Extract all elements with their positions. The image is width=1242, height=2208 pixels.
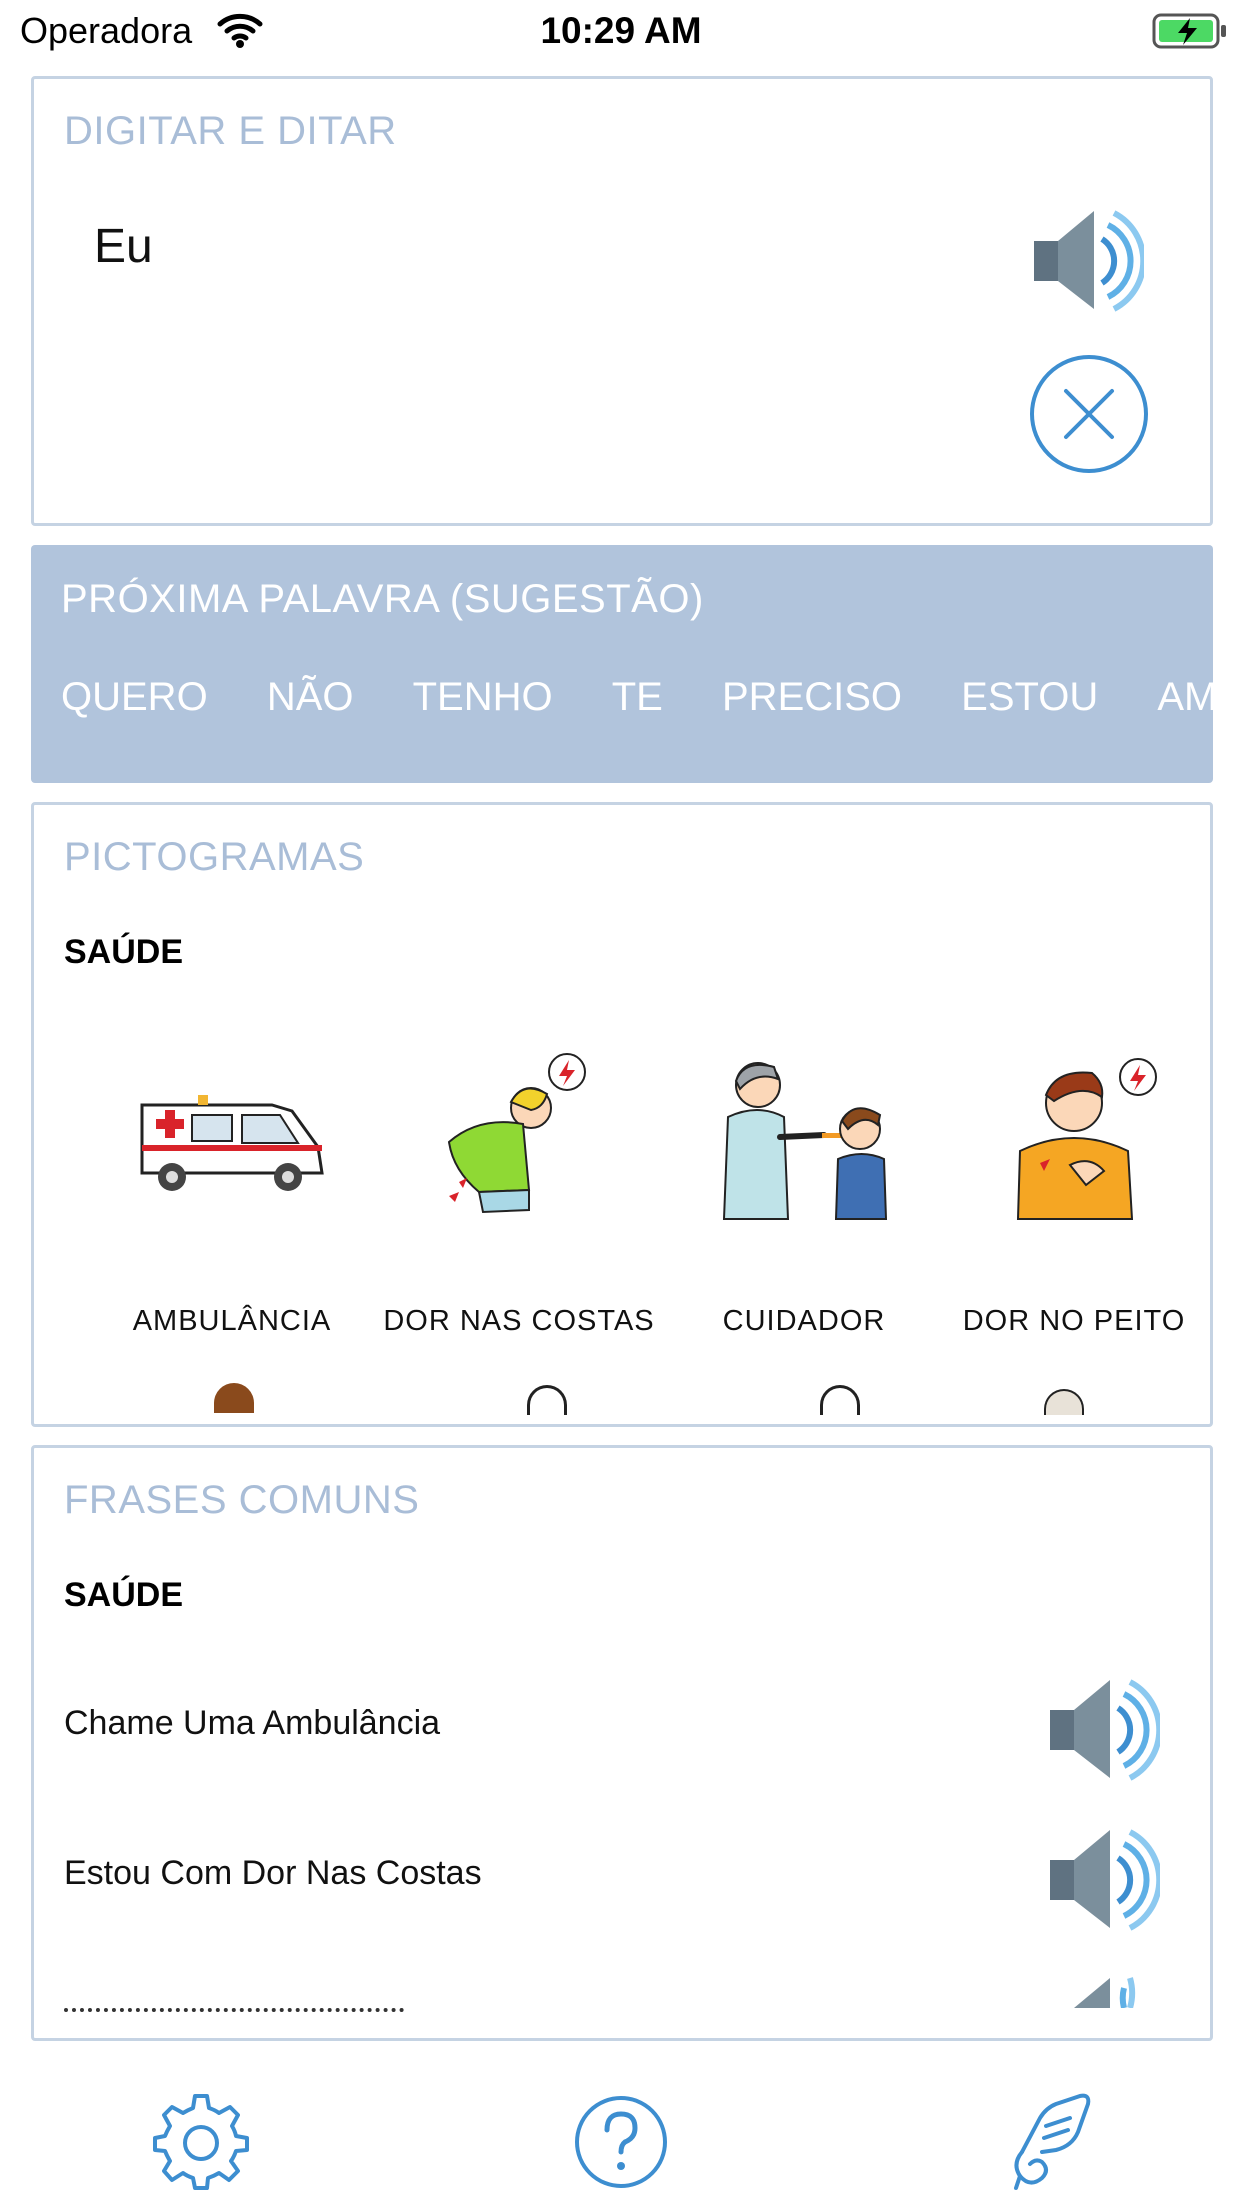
suggestion-word[interactable]: NÃO: [267, 675, 354, 720]
pictogram-next-row-partial[interactable]: [214, 1383, 254, 1413]
typed-text-field[interactable]: Eu: [94, 219, 153, 274]
typing-panel: DIGITAR E DITAR Eu: [31, 76, 1213, 526]
speak-icon[interactable]: [1044, 1976, 1160, 2008]
phrase-item-partial[interactable]: [64, 2008, 404, 2016]
pictogram-next-row-partial[interactable]: [1044, 1389, 1084, 1415]
pictogram-label: DOR NAS COSTAS: [383, 1305, 655, 1337]
suggestion-panel-title: PRÓXIMA PALAVRA (SUGESTÃO): [61, 577, 704, 621]
speak-icon[interactable]: [1044, 1674, 1160, 1784]
status-bar: Operadora 10:29 AM: [0, 0, 1242, 66]
ambulance-icon: [140, 1095, 324, 1191]
speak-icon[interactable]: [1028, 205, 1144, 315]
phrases-category-label: SAÚDE: [64, 1576, 184, 1614]
clear-text-button[interactable]: [1028, 353, 1150, 475]
battery-charging-icon: [1152, 13, 1226, 49]
pictogram-ambulance[interactable]: AMBULÂNCIA: [92, 1075, 372, 1345]
pictogram-back-pain[interactable]: DOR NAS COSTAS: [379, 1050, 659, 1345]
suggestion-word[interactable]: TE: [612, 675, 663, 720]
suggestion-word[interactable]: PRECISO: [722, 675, 902, 720]
phrases-panel-title: FRASES COMUNS: [64, 1478, 420, 1522]
suggestion-word[interactable]: AMO: [1157, 675, 1213, 720]
phrase-item[interactable]: Chame Uma Ambulância: [64, 1704, 440, 1743]
pictograms-panel: PICTOGRAMAS SAÚDE AMBULÂNCIA DOR NAS COS…: [31, 802, 1213, 1427]
pictogram-label: CUIDADOR: [722, 1305, 886, 1337]
pictogram-chest-pain[interactable]: DOR NO PEITO: [934, 1055, 1210, 1345]
gear-icon[interactable]: [151, 2092, 251, 2192]
back-pain-icon: [447, 1053, 586, 1214]
hand-icon[interactable]: [1000, 2092, 1100, 2192]
pictograms-panel-title: PICTOGRAMAS: [64, 835, 365, 879]
phrase-item[interactable]: Estou Com Dor Nas Costas: [64, 1854, 482, 1893]
pictogram-label: AMBULÂNCIA: [132, 1305, 332, 1337]
status-time: 10:29 AM: [540, 10, 702, 51]
phrases-panel: FRASES COMUNS SAÚDE Chame Uma Ambulância…: [31, 1445, 1213, 2041]
suggestion-word[interactable]: TENHO: [413, 675, 553, 720]
caregiver-icon: [722, 1062, 888, 1220]
suggestion-word-list: QUERO NÃO TENHO TE PRECISO ESTOU AMO: [61, 675, 1213, 720]
suggestion-word[interactable]: QUERO: [61, 675, 208, 720]
pictogram-label: DOR NO PEITO: [962, 1305, 1186, 1337]
suggestion-panel: PRÓXIMA PALAVRA (SUGESTÃO) QUERO NÃO TEN…: [31, 545, 1213, 783]
suggestion-word[interactable]: ESTOU: [961, 675, 1098, 720]
pain-badge-icon: [527, 1385, 567, 1415]
speak-icon[interactable]: [1044, 1824, 1160, 1934]
pictograms-category-label: SAÚDE: [64, 933, 184, 971]
pictogram-caregiver[interactable]: CUIDADOR: [664, 1055, 944, 1345]
help-icon[interactable]: [571, 2092, 671, 2192]
chest-pain-icon: [1016, 1058, 1157, 1220]
typing-panel-title: DIGITAR E DITAR: [64, 109, 397, 153]
pain-badge-icon: [820, 1385, 860, 1415]
